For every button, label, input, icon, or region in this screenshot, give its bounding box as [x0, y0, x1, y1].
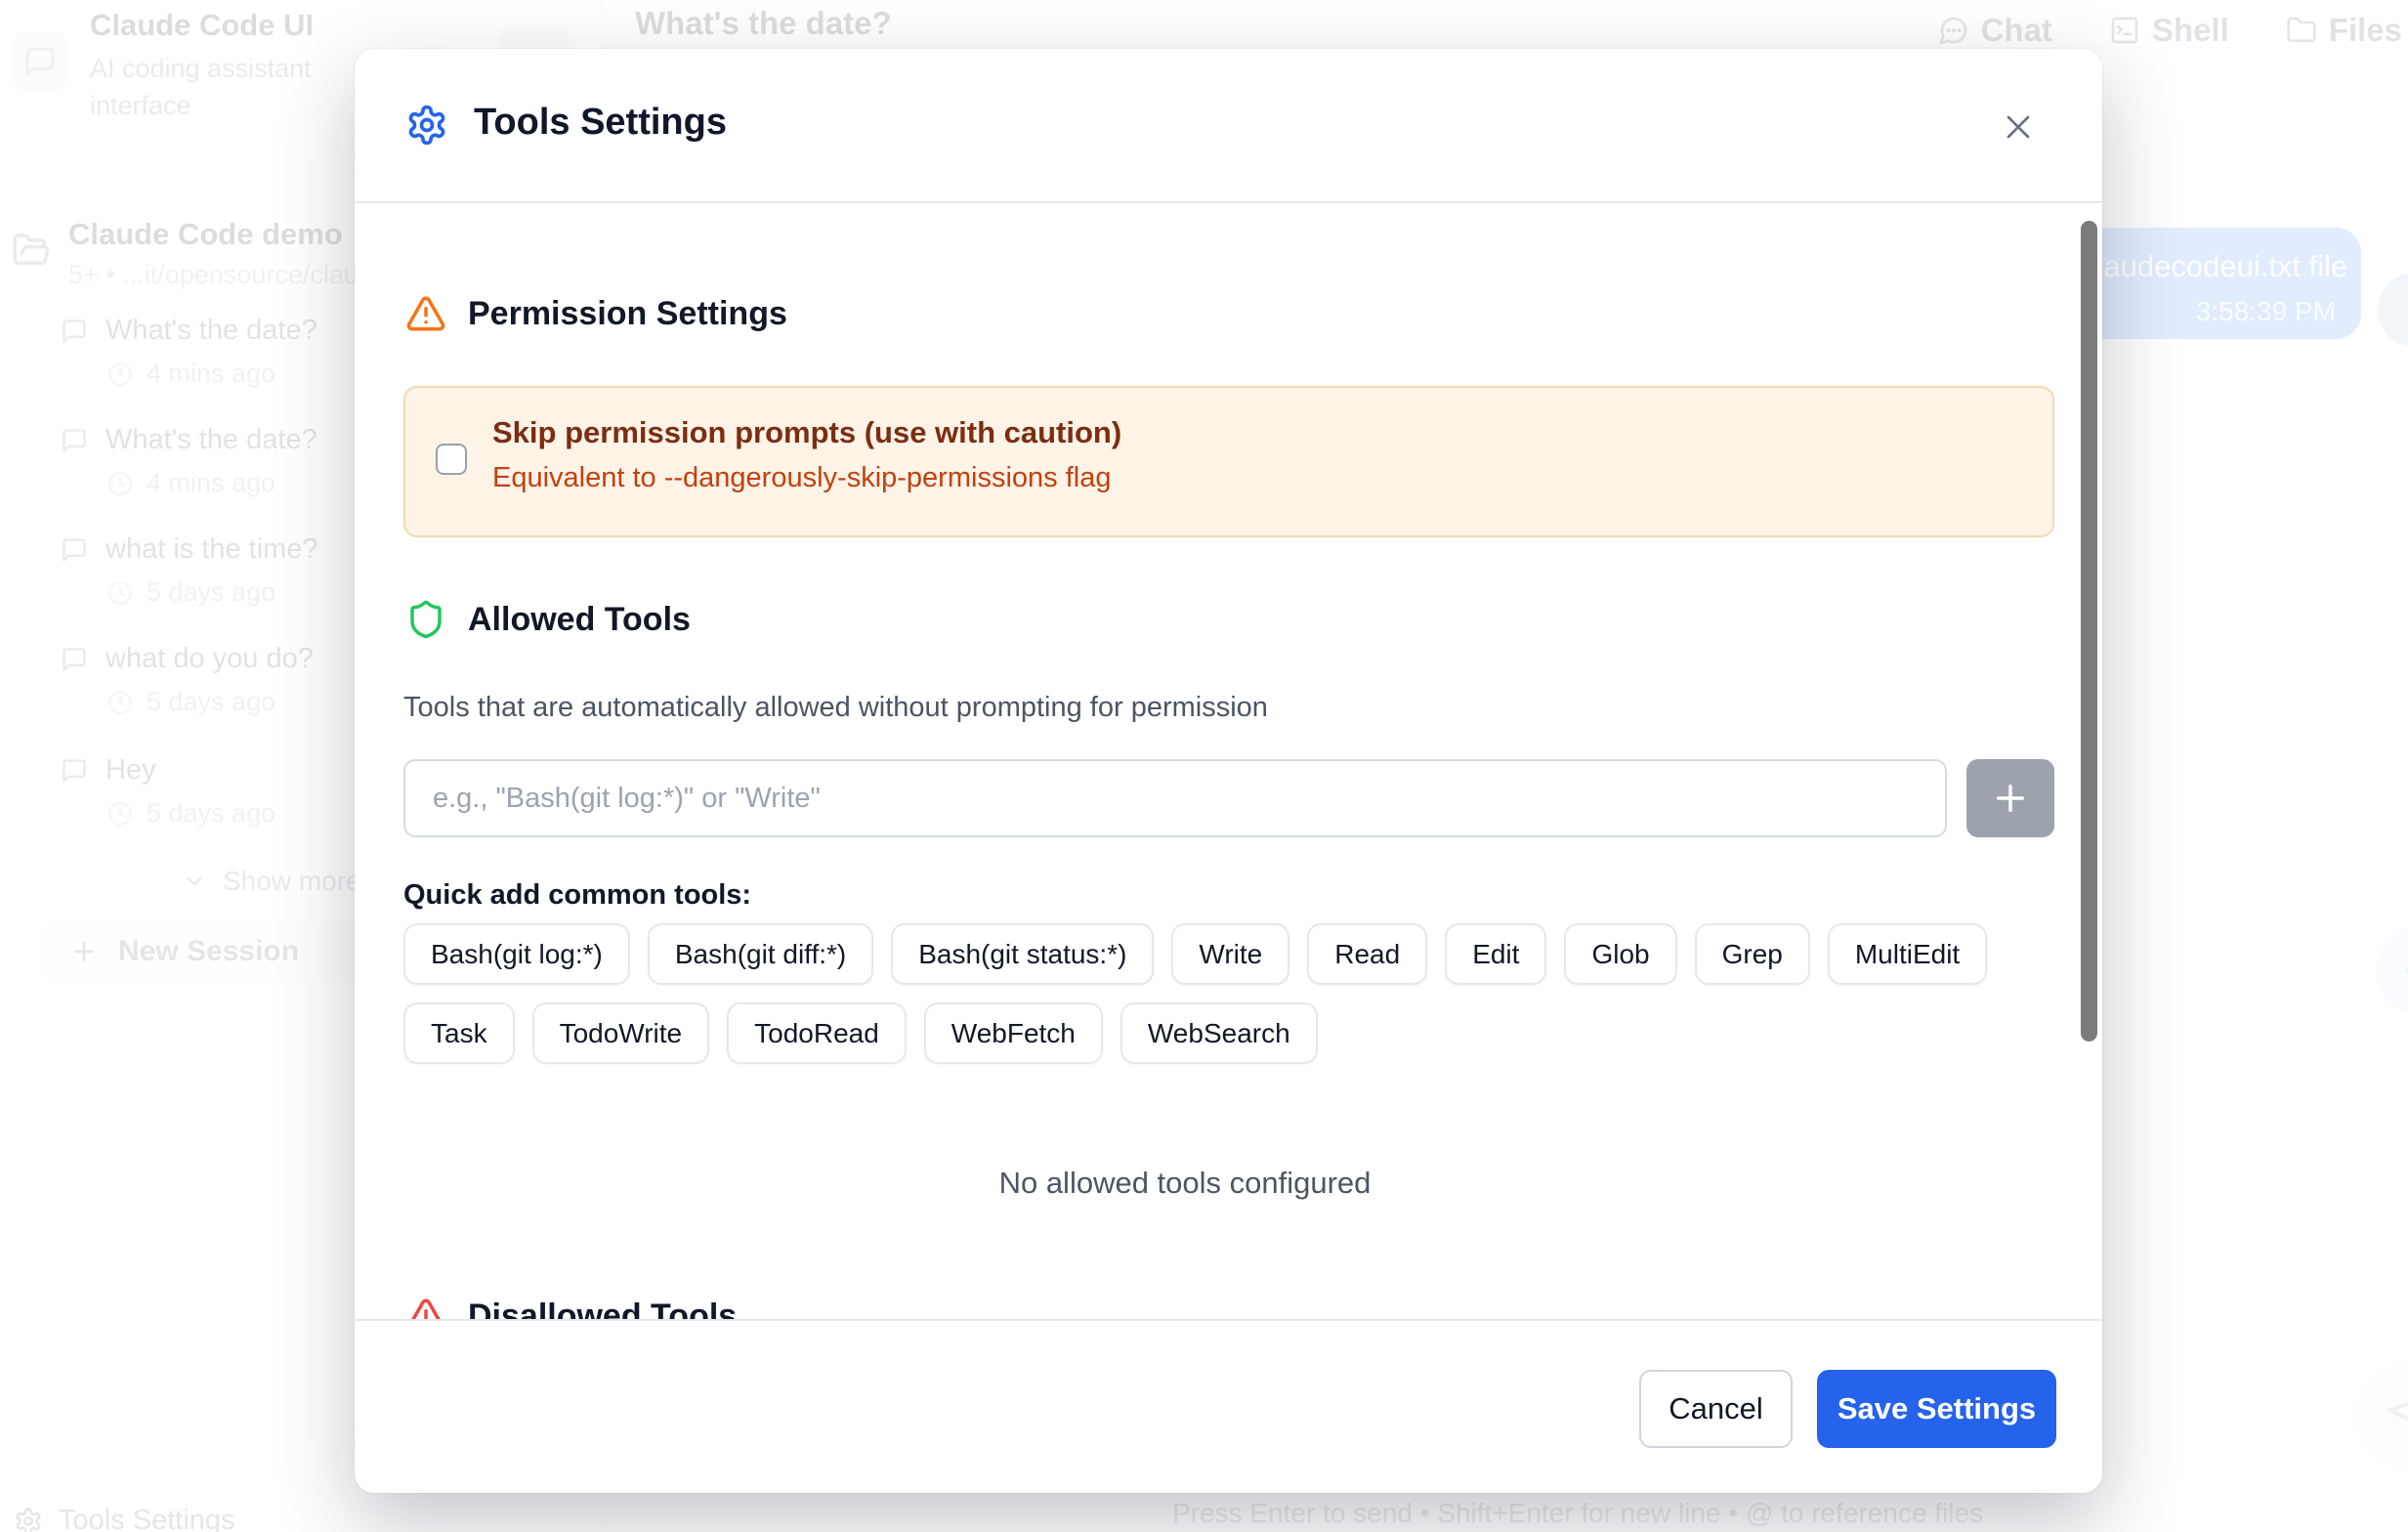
shield-icon [405, 599, 446, 640]
alert-triangle-icon [405, 1296, 446, 1319]
allowed-tools-heading: Allowed Tools [405, 599, 691, 640]
modal-content: Permission Settings Skip permission prom… [355, 203, 2102, 1319]
quick-tool-button[interactable]: Read [1307, 923, 1427, 985]
quick-tool-button[interactable]: Grep [1695, 923, 1810, 985]
cancel-button[interactable]: Cancel [1639, 1370, 1793, 1448]
quick-tool-button[interactable]: TodoWrite [532, 1002, 710, 1064]
save-settings-button[interactable]: Save Settings [1817, 1370, 2056, 1448]
warning-triangle-icon [405, 293, 446, 334]
quick-tool-button[interactable]: WebFetch [924, 1002, 1103, 1064]
quick-tool-button[interactable]: TodoRead [727, 1002, 907, 1064]
tools-settings-modal: Tools Settings Permission Settings Skip … [355, 49, 2102, 1493]
quick-add-label: Quick add common tools: [403, 879, 751, 912]
disallowed-tools-heading: Disallowed Tools [405, 1296, 737, 1319]
quick-tool-button[interactable]: Glob [1564, 923, 1676, 985]
plus-icon [1990, 778, 2031, 819]
close-button[interactable] [1999, 106, 2042, 149]
quick-tool-button[interactable]: MultiEdit [1828, 923, 1987, 985]
modal-footer: Cancel Save Settings [355, 1319, 2102, 1493]
permission-settings-heading: Permission Settings [405, 293, 787, 334]
quick-tool-button[interactable]: Task [403, 1002, 515, 1064]
skip-permissions-subtitle: Equivalent to --dangerously-skip-permiss… [492, 462, 1111, 494]
quick-tool-button[interactable]: Bash(git status:*) [891, 923, 1154, 985]
quick-add-chips: Bash(git log:*) Bash(git diff:*) Bash(gi… [403, 923, 2064, 1064]
modal-title: Tools Settings [474, 102, 727, 144]
modal-header: Tools Settings [355, 49, 2102, 203]
skip-permissions-box: Skip permission prompts (use with cautio… [403, 386, 2054, 537]
no-allowed-tools-text: No allowed tools configured [355, 1166, 2015, 1201]
close-icon [1999, 107, 2038, 147]
quick-tool-button[interactable]: Edit [1445, 923, 1546, 985]
skip-permissions-title: Skip permission prompts (use with cautio… [492, 415, 1121, 450]
allowed-tool-input[interactable] [403, 759, 1947, 837]
add-tool-button[interactable] [1966, 759, 2054, 837]
settings-gear-icon [405, 104, 448, 147]
modal-scrollbar-thumb[interactable] [2081, 221, 2097, 1042]
quick-tool-button[interactable]: Write [1171, 923, 1289, 985]
skip-permissions-checkbox[interactable] [436, 444, 467, 475]
quick-tool-button[interactable]: Bash(git diff:*) [648, 923, 873, 985]
quick-tool-button[interactable]: WebSearch [1120, 1002, 1318, 1064]
allowed-tools-description: Tools that are automatically allowed wit… [403, 692, 1268, 724]
quick-tool-button[interactable]: Bash(git log:*) [403, 923, 630, 985]
